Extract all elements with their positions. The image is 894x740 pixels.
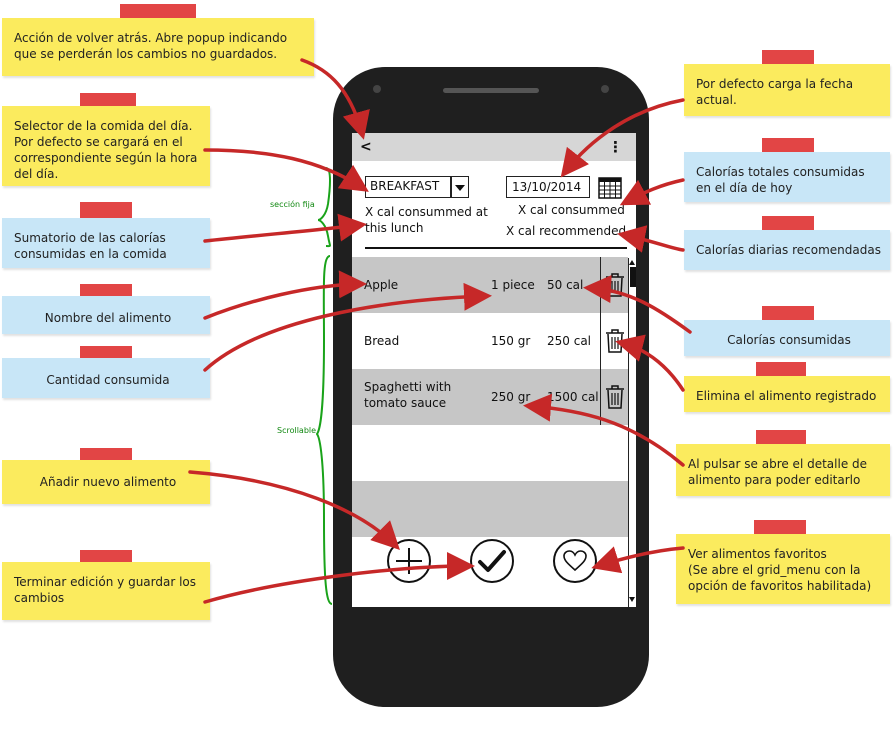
annotation-arrows [188, 58, 692, 604]
arrow [617, 225, 685, 253]
arrow [615, 334, 685, 392]
arrow [560, 98, 685, 178]
arrow [619, 178, 685, 206]
arrow [591, 546, 685, 574]
arrow [203, 148, 369, 192]
arrow [583, 275, 692, 334]
arrow [188, 470, 400, 550]
arrow [203, 552, 475, 604]
arrow [523, 393, 685, 467]
arrow [300, 58, 370, 140]
arrow [203, 282, 492, 372]
arrow [203, 213, 367, 243]
